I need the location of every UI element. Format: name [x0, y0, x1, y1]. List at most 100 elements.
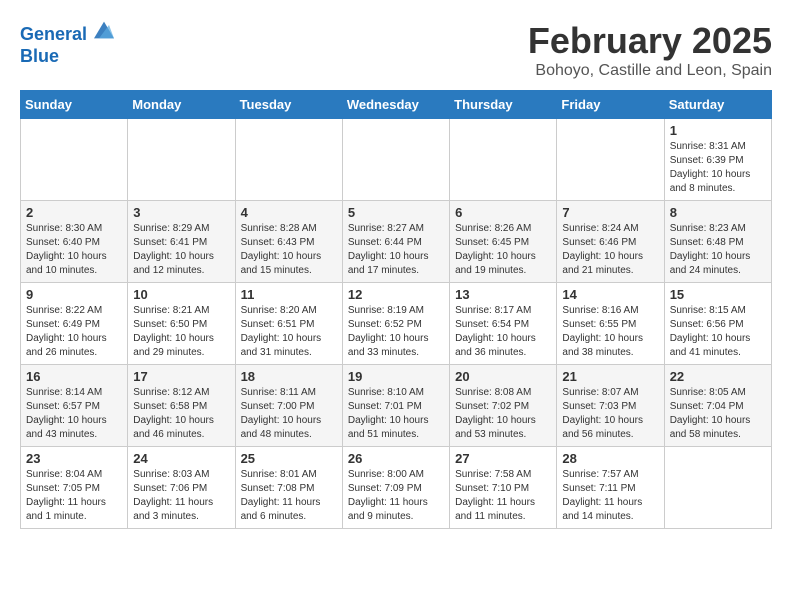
calendar-cell: 3 Sunrise: 8:29 AM Sunset: 6:41 PM Daylig…	[128, 201, 235, 283]
day-info: Sunrise: 8:05 AM Sunset: 7:04 PM Dayligh…	[670, 386, 766, 442]
day-info: Sunrise: 8:20 AM Sunset: 6:51 PM Dayligh…	[241, 304, 337, 360]
calendar-cell: 20 Sunrise: 8:08 AM Sunset: 7:02 PM Dayli…	[450, 365, 557, 447]
calendar-cell: 5 Sunrise: 8:27 AM Sunset: 6:44 PM Daylig…	[342, 201, 449, 283]
calendar-week-5: 23Sunrise: 8:04 AM Sunset: 7:05 PM Dayli…	[21, 447, 772, 529]
calendar-cell: 4 Sunrise: 8:28 AM Sunset: 6:43 PM Daylig…	[235, 201, 342, 283]
day-info: Sunrise: 8:12 AM Sunset: 6:58 PM Dayligh…	[133, 386, 229, 442]
location-subtitle: Bohoyo, Castille and Leon, Spain	[528, 62, 772, 80]
calendar-cell: 21 Sunrise: 8:07 AM Sunset: 7:03 PM Dayli…	[557, 365, 664, 447]
day-number: 6	[455, 205, 551, 220]
day-number: 15	[670, 287, 766, 302]
calendar-cell	[342, 119, 449, 201]
day-number: 14	[562, 287, 658, 302]
day-number: 23	[26, 451, 122, 466]
day-info: Sunrise: 8:15 AM Sunset: 6:56 PM Dayligh…	[670, 304, 766, 360]
calendar-week-1: 1 Sunrise: 8:31 AM Sunset: 6:39 PM Daylig…	[21, 119, 772, 201]
calendar-cell	[235, 119, 342, 201]
day-number: 18	[241, 369, 337, 384]
day-info: Sunrise: 8:10 AM Sunset: 7:01 PM Dayligh…	[348, 386, 444, 442]
calendar-cell: 15 Sunrise: 8:15 AM Sunset: 6:56 PM Dayli…	[664, 283, 771, 365]
day-number: 3	[133, 205, 229, 220]
day-number: 25	[241, 451, 337, 466]
day-info: Sunrise: 8:17 AM Sunset: 6:54 PM Dayligh…	[455, 304, 551, 360]
day-info: Sunrise: 8:21 AM Sunset: 6:50 PM Dayligh…	[133, 304, 229, 360]
day-info: Sunrise: 8:31 AM Sunset: 6:39 PM Dayligh…	[670, 140, 766, 196]
calendar-cell: 22 Sunrise: 8:05 AM Sunset: 7:04 PM Dayli…	[664, 365, 771, 447]
day-number: 28	[562, 451, 658, 466]
day-info: Sunrise: 8:22 AM Sunset: 6:49 PM Dayligh…	[26, 304, 122, 360]
month-title: February 2025	[528, 20, 772, 62]
calendar-cell: 1 Sunrise: 8:31 AM Sunset: 6:39 PM Daylig…	[664, 119, 771, 201]
day-info: Sunrise: 8:16 AM Sunset: 6:55 PM Dayligh…	[562, 304, 658, 360]
calendar-cell: 18 Sunrise: 8:11 AM Sunset: 7:00 PM Dayli…	[235, 365, 342, 447]
day-number: 4	[241, 205, 337, 220]
day-number: 21	[562, 369, 658, 384]
calendar-cell: 10Sunrise: 8:21 AM Sunset: 6:50 PM Dayli…	[128, 283, 235, 365]
calendar-cell: 11 Sunrise: 8:20 AM Sunset: 6:51 PM Dayli…	[235, 283, 342, 365]
day-info: Sunrise: 8:11 AM Sunset: 7:00 PM Dayligh…	[241, 386, 337, 442]
calendar-cell: 23Sunrise: 8:04 AM Sunset: 7:05 PM Dayli…	[21, 447, 128, 529]
calendar-cell	[450, 119, 557, 201]
day-number: 5	[348, 205, 444, 220]
day-number: 16	[26, 369, 122, 384]
day-info: Sunrise: 8:07 AM Sunset: 7:03 PM Dayligh…	[562, 386, 658, 442]
calendar-cell: 7 Sunrise: 8:24 AM Sunset: 6:46 PM Daylig…	[557, 201, 664, 283]
calendar-cell: 9Sunrise: 8:22 AM Sunset: 6:49 PM Daylig…	[21, 283, 128, 365]
day-info: Sunrise: 8:03 AM Sunset: 7:06 PM Dayligh…	[133, 468, 229, 524]
calendar-week-2: 2Sunrise: 8:30 AM Sunset: 6:40 PM Daylig…	[21, 201, 772, 283]
day-info: Sunrise: 8:00 AM Sunset: 7:09 PM Dayligh…	[348, 468, 444, 524]
title-block: February 2025 Bohoyo, Castille and Leon,…	[528, 20, 772, 80]
calendar-cell	[21, 119, 128, 201]
day-info: Sunrise: 8:26 AM Sunset: 6:45 PM Dayligh…	[455, 222, 551, 278]
day-number: 11	[241, 287, 337, 302]
day-header-monday: Monday	[128, 91, 235, 119]
calendar-cell: 12 Sunrise: 8:19 AM Sunset: 6:52 PM Dayli…	[342, 283, 449, 365]
day-number: 12	[348, 287, 444, 302]
calendar-cell: 24 Sunrise: 8:03 AM Sunset: 7:06 PM Dayli…	[128, 447, 235, 529]
page-header: General Blue February 2025 Bohoyo, Casti…	[20, 20, 772, 80]
calendar-cell: 13 Sunrise: 8:17 AM Sunset: 6:54 PM Dayli…	[450, 283, 557, 365]
calendar-cell: 27 Sunrise: 7:58 AM Sunset: 7:10 PM Dayli…	[450, 447, 557, 529]
day-info: Sunrise: 7:57 AM Sunset: 7:11 PM Dayligh…	[562, 468, 658, 524]
day-number: 22	[670, 369, 766, 384]
day-info: Sunrise: 8:14 AM Sunset: 6:57 PM Dayligh…	[26, 386, 122, 442]
day-number: 24	[133, 451, 229, 466]
day-info: Sunrise: 8:27 AM Sunset: 6:44 PM Dayligh…	[348, 222, 444, 278]
day-info: Sunrise: 8:30 AM Sunset: 6:40 PM Dayligh…	[26, 222, 122, 278]
calendar-cell: 28 Sunrise: 7:57 AM Sunset: 7:11 PM Dayli…	[557, 447, 664, 529]
calendar-cell: 25 Sunrise: 8:01 AM Sunset: 7:08 PM Dayli…	[235, 447, 342, 529]
day-number: 8	[670, 205, 766, 220]
day-info: Sunrise: 8:01 AM Sunset: 7:08 PM Dayligh…	[241, 468, 337, 524]
day-number: 26	[348, 451, 444, 466]
day-number: 13	[455, 287, 551, 302]
day-info: Sunrise: 8:24 AM Sunset: 6:46 PM Dayligh…	[562, 222, 658, 278]
day-number: 7	[562, 205, 658, 220]
calendar-table: SundayMondayTuesdayWednesdayThursdayFrid…	[20, 90, 772, 529]
day-number: 27	[455, 451, 551, 466]
day-info: Sunrise: 8:29 AM Sunset: 6:41 PM Dayligh…	[133, 222, 229, 278]
day-number: 20	[455, 369, 551, 384]
calendar-week-4: 16 Sunrise: 8:14 AM Sunset: 6:57 PM Dayli…	[21, 365, 772, 447]
day-info: Sunrise: 8:19 AM Sunset: 6:52 PM Dayligh…	[348, 304, 444, 360]
day-header-wednesday: Wednesday	[342, 91, 449, 119]
day-number: 19	[348, 369, 444, 384]
calendar-cell	[664, 447, 771, 529]
logo-blue: Blue	[20, 46, 114, 68]
calendar-cell: 17Sunrise: 8:12 AM Sunset: 6:58 PM Dayli…	[128, 365, 235, 447]
day-header-tuesday: Tuesday	[235, 91, 342, 119]
calendar-cell: 26 Sunrise: 8:00 AM Sunset: 7:09 PM Dayli…	[342, 447, 449, 529]
calendar-cell: 8 Sunrise: 8:23 AM Sunset: 6:48 PM Daylig…	[664, 201, 771, 283]
calendar-cell: 19 Sunrise: 8:10 AM Sunset: 7:01 PM Dayli…	[342, 365, 449, 447]
day-info: Sunrise: 7:58 AM Sunset: 7:10 PM Dayligh…	[455, 468, 551, 524]
day-number: 1	[670, 123, 766, 138]
day-info: Sunrise: 8:23 AM Sunset: 6:48 PM Dayligh…	[670, 222, 766, 278]
logo-general: General	[20, 24, 87, 44]
day-info: Sunrise: 8:28 AM Sunset: 6:43 PM Dayligh…	[241, 222, 337, 278]
calendar-header-row: SundayMondayTuesdayWednesdayThursdayFrid…	[21, 91, 772, 119]
logo: General Blue	[20, 20, 114, 67]
calendar-cell: 2Sunrise: 8:30 AM Sunset: 6:40 PM Daylig…	[21, 201, 128, 283]
calendar-cell: 6 Sunrise: 8:26 AM Sunset: 6:45 PM Daylig…	[450, 201, 557, 283]
day-info: Sunrise: 8:08 AM Sunset: 7:02 PM Dayligh…	[455, 386, 551, 442]
calendar-cell	[557, 119, 664, 201]
logo-icon	[94, 20, 114, 40]
